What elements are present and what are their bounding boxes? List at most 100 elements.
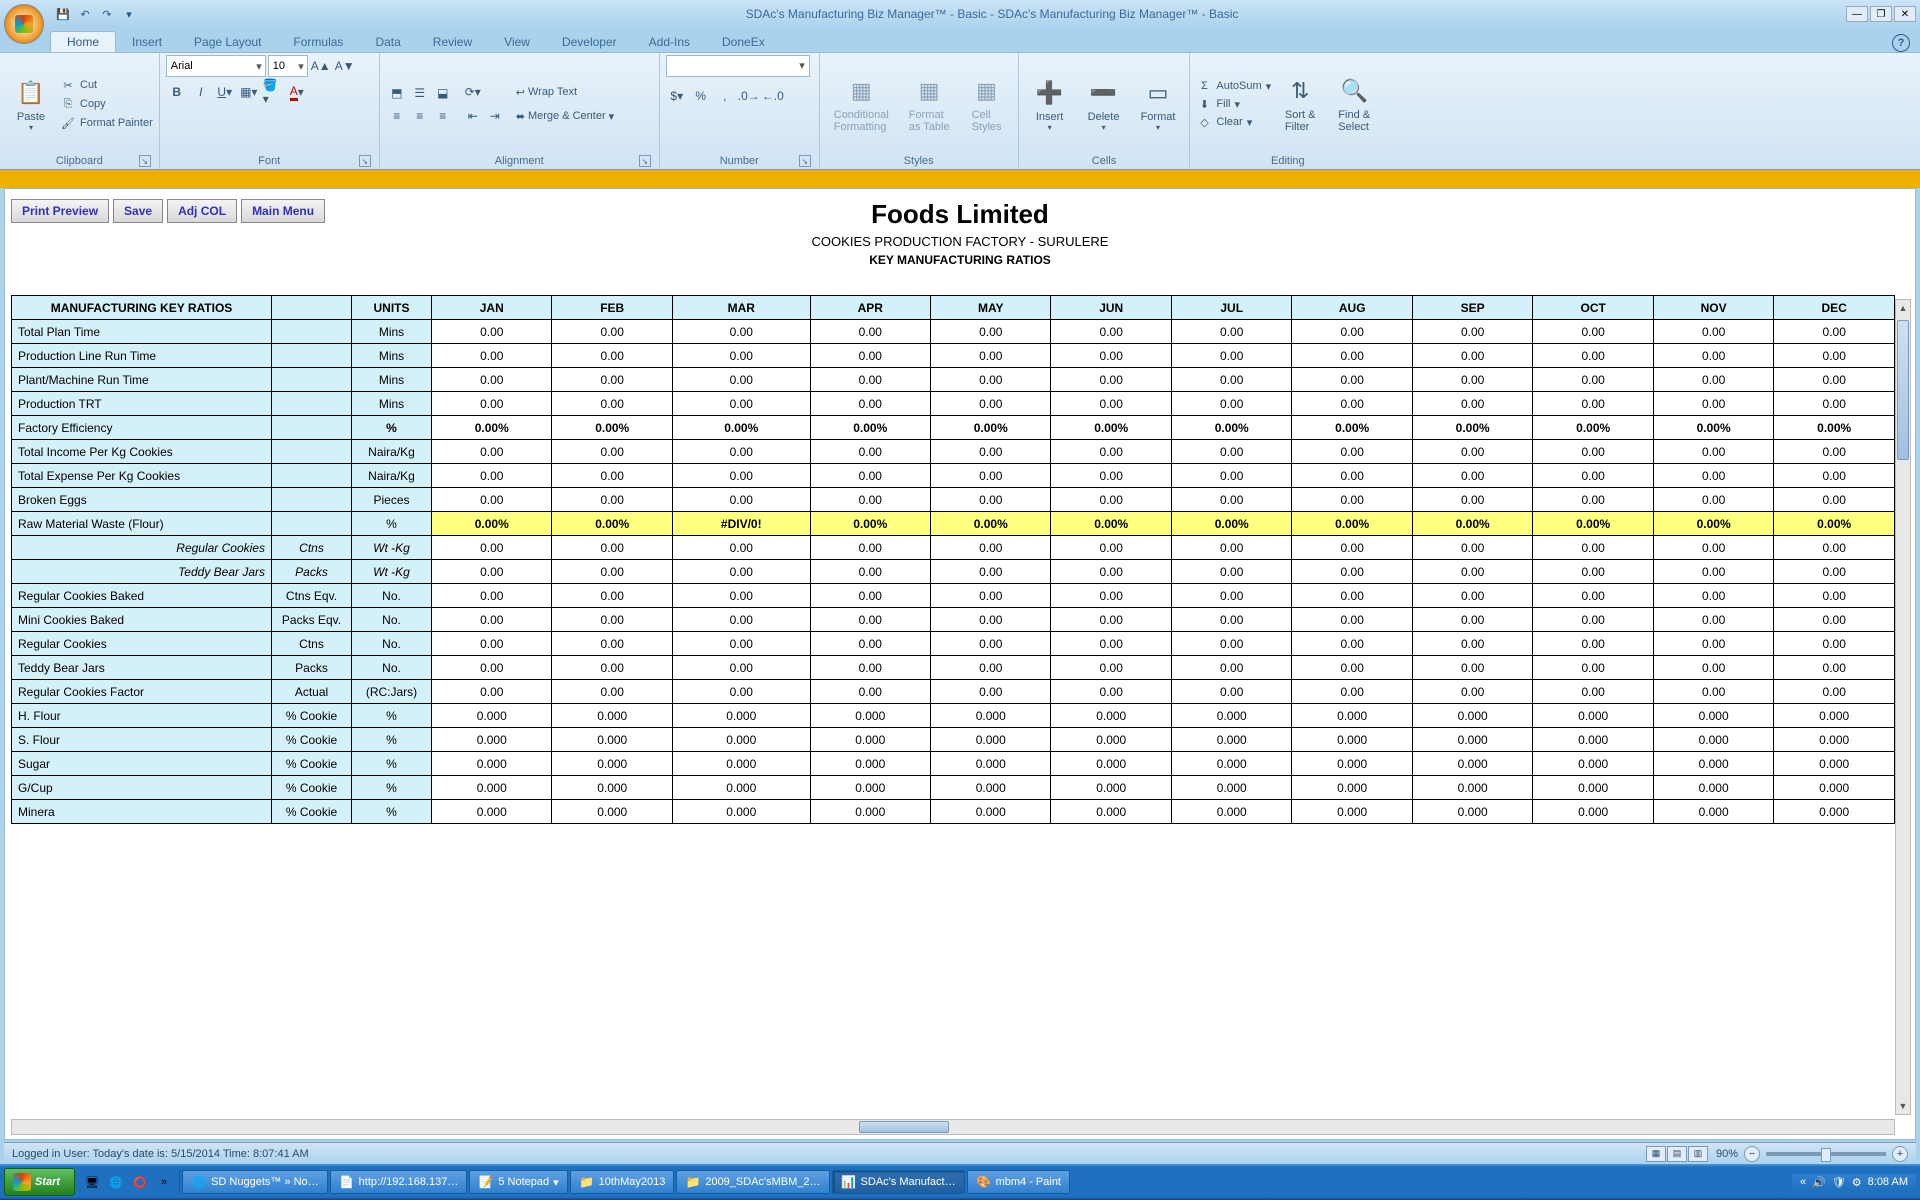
data-cell[interactable]: 0.00 bbox=[931, 392, 1051, 416]
data-cell[interactable]: 0.00 bbox=[1051, 632, 1171, 656]
data-cell[interactable]: 0.00% bbox=[931, 416, 1051, 440]
data-cell[interactable]: 0.00 bbox=[1533, 488, 1653, 512]
row-col2[interactable] bbox=[272, 440, 352, 464]
data-cell[interactable]: 0.000 bbox=[1171, 704, 1291, 728]
data-cell[interactable]: 0.00 bbox=[552, 536, 672, 560]
row-unit[interactable]: Naira/Kg bbox=[352, 440, 432, 464]
data-cell[interactable]: 0.00 bbox=[432, 368, 552, 392]
row-col2[interactable]: Packs bbox=[272, 656, 352, 680]
row-label[interactable]: Regular Cookies bbox=[12, 632, 272, 656]
page-layout-view-icon[interactable]: ▤ bbox=[1667, 1146, 1687, 1162]
data-cell[interactable]: 0.00 bbox=[552, 608, 672, 632]
data-cell[interactable]: 0.00 bbox=[1412, 464, 1532, 488]
data-cell[interactable]: 0.00 bbox=[1171, 680, 1291, 704]
clipboard-launcher[interactable]: ↘ bbox=[139, 155, 151, 167]
tray-icon-1[interactable]: 🔊 bbox=[1812, 1176, 1826, 1189]
number-format-combo[interactable] bbox=[666, 55, 810, 77]
save-button[interactable]: Save bbox=[113, 199, 163, 223]
data-cell[interactable]: 0.00 bbox=[432, 344, 552, 368]
data-cell[interactable]: 0.00 bbox=[432, 488, 552, 512]
data-cell[interactable]: 0.00 bbox=[552, 584, 672, 608]
data-cell[interactable]: 0.00 bbox=[931, 488, 1051, 512]
row-label[interactable]: Plant/Machine Run Time bbox=[12, 368, 272, 392]
data-cell[interactable]: 0.00 bbox=[1051, 608, 1171, 632]
data-cell[interactable]: 0.000 bbox=[1171, 776, 1291, 800]
data-cell[interactable]: 0.000 bbox=[552, 800, 672, 824]
tab-data[interactable]: Data bbox=[359, 32, 416, 52]
data-cell[interactable]: 0.00 bbox=[1533, 560, 1653, 584]
data-cell[interactable]: 0.00% bbox=[1292, 416, 1412, 440]
data-cell[interactable]: 0.00% bbox=[931, 512, 1051, 536]
data-cell[interactable]: 0.00 bbox=[1051, 368, 1171, 392]
data-cell[interactable]: 0.000 bbox=[552, 728, 672, 752]
row-col2[interactable]: % Cookie bbox=[272, 800, 352, 824]
qat-dropdown-icon[interactable]: ▾ bbox=[120, 5, 138, 23]
data-cell[interactable]: 0.00 bbox=[1292, 392, 1412, 416]
data-cell[interactable]: 0.00% bbox=[672, 416, 810, 440]
row-unit[interactable]: % bbox=[352, 800, 432, 824]
data-cell[interactable]: 0.00 bbox=[672, 656, 810, 680]
data-cell[interactable]: 0.00 bbox=[1412, 584, 1532, 608]
data-cell[interactable]: 0.000 bbox=[1051, 752, 1171, 776]
data-cell[interactable]: 0.00 bbox=[1774, 680, 1895, 704]
data-cell[interactable]: 0.00% bbox=[1292, 512, 1412, 536]
data-cell[interactable]: 0.00 bbox=[1171, 440, 1291, 464]
data-cell[interactable]: 0.00 bbox=[552, 368, 672, 392]
data-cell[interactable]: 0.00 bbox=[552, 392, 672, 416]
data-cell[interactable]: 0.00 bbox=[1653, 656, 1773, 680]
data-cell[interactable]: 0.00 bbox=[1653, 584, 1773, 608]
data-cell[interactable]: 0.00 bbox=[1533, 392, 1653, 416]
data-cell[interactable]: 0.00 bbox=[1533, 464, 1653, 488]
row-col2[interactable] bbox=[272, 416, 352, 440]
row-col2[interactable] bbox=[272, 368, 352, 392]
data-cell[interactable]: 0.00 bbox=[810, 608, 930, 632]
data-cell[interactable]: 0.00 bbox=[1412, 440, 1532, 464]
font-size-combo[interactable]: 10 bbox=[268, 55, 308, 77]
data-cell[interactable]: 0.00% bbox=[552, 512, 672, 536]
alignment-launcher[interactable]: ↘ bbox=[639, 155, 651, 167]
data-cell[interactable]: 0.00 bbox=[1292, 608, 1412, 632]
data-cell[interactable]: 0.00% bbox=[1412, 416, 1532, 440]
data-cell[interactable]: 0.000 bbox=[810, 728, 930, 752]
row-col2[interactable]: % Cookie bbox=[272, 752, 352, 776]
data-cell[interactable]: 0.00 bbox=[552, 680, 672, 704]
data-cell[interactable]: 0.000 bbox=[810, 800, 930, 824]
data-cell[interactable]: 0.00 bbox=[1171, 608, 1291, 632]
data-cell[interactable]: 0.000 bbox=[1292, 800, 1412, 824]
data-cell[interactable]: 0.000 bbox=[1533, 776, 1653, 800]
data-cell[interactable]: 0.00% bbox=[432, 512, 552, 536]
cell-styles-button[interactable]: ▦Cell Styles bbox=[962, 71, 1012, 137]
format-as-table-button[interactable]: ▦Format as Table bbox=[901, 71, 958, 137]
conditional-formatting-button[interactable]: ▦Conditional Formatting bbox=[826, 71, 897, 137]
data-cell[interactable]: 0.00 bbox=[1774, 320, 1895, 344]
scroll-up-icon[interactable]: ▲ bbox=[1896, 300, 1910, 316]
data-cell[interactable]: 0.00 bbox=[1051, 392, 1171, 416]
data-cell[interactable]: 0.000 bbox=[672, 704, 810, 728]
copy-button[interactable]: ⎘Copy bbox=[60, 96, 153, 112]
row-label[interactable]: Total Income Per Kg Cookies bbox=[12, 440, 272, 464]
paste-button[interactable]: 📋 Paste ▾ bbox=[6, 73, 56, 136]
data-cell[interactable]: 0.00 bbox=[1292, 632, 1412, 656]
row-unit[interactable]: % bbox=[352, 704, 432, 728]
clock[interactable]: 8:08 AM bbox=[1868, 1176, 1908, 1188]
tab-add-ins[interactable]: Add-Ins bbox=[633, 32, 706, 52]
orientation-icon[interactable]: ⟳▾ bbox=[462, 81, 484, 103]
data-cell[interactable]: 0.00 bbox=[1412, 392, 1532, 416]
data-cell[interactable]: 0.000 bbox=[1653, 776, 1773, 800]
page-break-view-icon[interactable]: ▥ bbox=[1688, 1146, 1708, 1162]
shrink-font-icon[interactable]: A▼ bbox=[334, 55, 356, 77]
data-cell[interactable]: 0.00 bbox=[1412, 656, 1532, 680]
row-unit[interactable]: No. bbox=[352, 584, 432, 608]
data-cell[interactable]: 0.00 bbox=[1051, 536, 1171, 560]
data-cell[interactable]: 0.00 bbox=[432, 608, 552, 632]
percent-icon[interactable]: % bbox=[690, 85, 712, 107]
data-cell[interactable]: 0.000 bbox=[810, 752, 930, 776]
data-cell[interactable]: 0.000 bbox=[1533, 752, 1653, 776]
data-cell[interactable]: 0.00 bbox=[810, 632, 930, 656]
ql-browser-icon[interactable]: 🌐 bbox=[105, 1170, 127, 1194]
row-unit[interactable]: % bbox=[352, 512, 432, 536]
data-cell[interactable]: 0.000 bbox=[1774, 800, 1895, 824]
number-launcher[interactable]: ↘ bbox=[799, 155, 811, 167]
align-middle-icon[interactable]: ☰ bbox=[409, 82, 431, 104]
data-cell[interactable]: 0.00 bbox=[931, 440, 1051, 464]
